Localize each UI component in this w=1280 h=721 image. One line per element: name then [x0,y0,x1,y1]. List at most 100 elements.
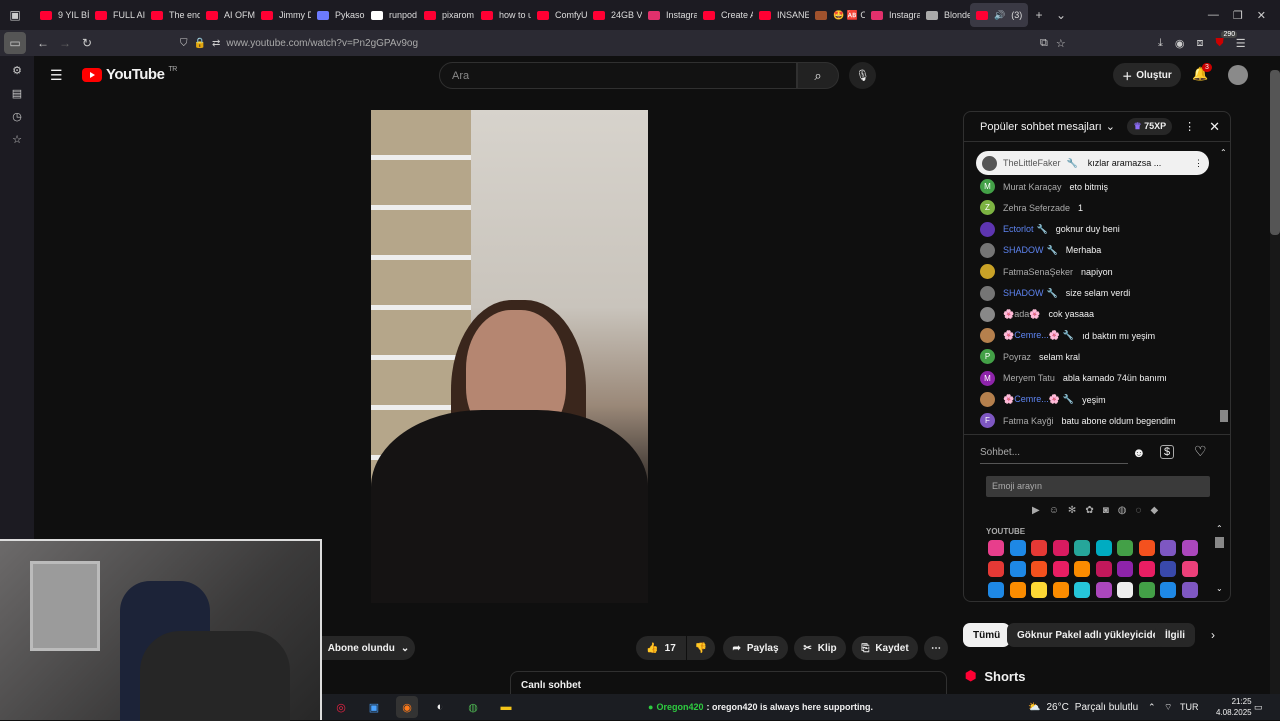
tray-chevron-icon[interactable]: ⌃ [1148,702,1156,713]
chat-message[interactable]: 🌸Cemre...🌸 🔧 ıd baktın mı yeşim [980,328,1155,344]
subscribed-button[interactable]: Abone olundu ⌄ [322,636,415,660]
tab-3[interactable]: AI OFM: [200,0,255,30]
chat-message[interactable]: F Fatma Kayği batu abone oldum begendim [980,413,1176,429]
xp-badge[interactable]: ♛ 75XP [1127,118,1173,135]
tab-17[interactable]: 🔊(3)✕ [970,3,1028,27]
url-field[interactable]: www.youtube.com/watch?v=Pn2gGPAv9og [226,38,418,49]
chat-author[interactable]: Zehra Seferzade [1003,203,1070,213]
language-indicator[interactable]: TUR [1180,702,1199,712]
avatar[interactable] [1228,65,1248,85]
chat-author[interactable]: SHADOW [1003,288,1044,298]
forward-icon[interactable]: → [54,32,76,54]
emoji-icon[interactable] [1074,540,1090,556]
account-icon[interactable]: ◉ [1175,37,1185,50]
emoji-icon[interactable] [1160,540,1176,556]
tab-10[interactable]: 24GB VR [587,0,642,30]
back-icon[interactable]: ← [32,32,54,54]
emoji-icon[interactable] [988,582,1004,598]
picture-in-picture-icon[interactable]: ⧉ [1040,37,1048,50]
emoji-scroll-up-icon[interactable]: ⌃ [1216,524,1223,533]
reload-icon[interactable]: ↻ [76,32,98,54]
pinned-message[interactable]: TheLittleFaker 🔧 kızlar aramazsa ... ⋮ [976,151,1209,175]
chat-author[interactable]: 🌸Cemre...🌸 [1003,394,1060,405]
emoji-icon[interactable] [1181,582,1198,598]
dislike-button[interactable]: 👎 [687,636,715,660]
chat-author[interactable]: Poyraz [1003,352,1031,362]
emoji-icon[interactable] [1031,582,1047,598]
tab-6[interactable]: runpod [365,0,418,30]
chat-message[interactable]: SHADOW 🔧 Merhaba [980,242,1101,258]
extensions-icon[interactable]: ⧈ [1196,37,1203,50]
emoji-icon[interactable] [1117,540,1133,556]
chat-message[interactable]: P Poyraz selam kral [980,349,1080,365]
obs-icon[interactable]: ◐ [429,696,451,718]
download-icon[interactable]: ⤓ [1158,37,1163,50]
ai-chatbot-icon[interactable]: ⚙ [12,64,22,77]
weather-widget[interactable]: ⛅ 26°C Parçalı bulutlu [1028,702,1138,713]
tab-overview-icon[interactable]: ▣ [4,4,26,26]
emoji-icon[interactable] [1052,561,1069,577]
activity-category-icon[interactable]: ◍ [1118,505,1127,516]
emoji-icon[interactable] [1181,540,1198,556]
chat-message[interactable]: M Murat Karaçay eto bitmiş [980,179,1108,194]
sidebar-toggle-icon[interactable]: ▭ [4,32,26,54]
chat-author[interactable]: 🌸Cemre...🌸 [1003,330,1060,341]
chat-author[interactable]: 🌸ada🌸 [1003,309,1040,320]
restore-icon[interactable]: ❐ [1233,9,1243,22]
chip-related[interactable]: İlgili [1155,623,1195,647]
hamburger-menu-icon[interactable]: ☰ [50,67,63,84]
tab-16[interactable]: Blonde I [920,0,970,30]
chat-input[interactable]: Sohbet... [980,442,1128,464]
chat-author[interactable]: Fatma Kayği [1003,416,1054,426]
chip-from-uploader[interactable]: Göknur Pakel adlı yükleyiciden [1007,623,1175,647]
smiley-category-icon[interactable]: ☺ [1049,505,1059,516]
voice-search-button[interactable]: 🎙 [849,62,876,89]
tab-15[interactable]: Instagra [865,0,920,30]
firefox-icon[interactable]: ◉ [396,696,418,718]
like-button[interactable]: 👍 17 [636,636,686,660]
ublock-icon[interactable]: ⛊ 290 [1215,30,1238,50]
emoji-icon[interactable] [1138,540,1155,556]
emoji-icon[interactable] [1009,540,1026,556]
tab-1[interactable]: FULL AI [89,0,145,30]
clip-button[interactable]: ✂ Klip [794,636,846,660]
minimize-icon[interactable]: — [1208,9,1219,22]
travel-category-icon[interactable]: ◙ [1103,505,1109,516]
chat-message[interactable]: SHADOW 🔧 size selam verdi [980,285,1130,301]
emoji-icon[interactable] [1031,561,1047,577]
chat-author[interactable]: FatmaSenaŞeker [1003,267,1073,277]
chat-mode-dropdown[interactable]: Popüler sohbet mesajları [980,121,1102,133]
super-chat-icon[interactable]: $ [1160,445,1175,459]
emoji-scroll-thumb[interactable] [1215,537,1224,548]
chat-message[interactable]: Z Zehra Seferzade 1 [980,200,1083,216]
chat-message[interactable]: Ectorlot 🔧 goknur duy beni [980,221,1120,237]
emoji-icon[interactable] [1160,561,1176,577]
tab-list-chevron-icon[interactable]: ⌄ [1050,4,1072,26]
tab-0[interactable]: 9 YIL BİR [34,0,89,30]
shield-icon[interactable]: ⛉ [180,38,188,49]
tab-2[interactable]: The end [145,0,200,30]
emoji-search-input[interactable]: Emoji arayın [986,476,1210,497]
emoji-icon[interactable] [1095,561,1112,577]
emoji-icon[interactable] [1117,582,1133,598]
chat-author[interactable]: Meryem Tatu [1003,373,1055,383]
food-category-icon[interactable]: ✿ [1085,505,1093,516]
chat-author[interactable]: SHADOW [1003,245,1044,255]
chat-scrollbar[interactable]: ⌃ [1220,148,1228,432]
create-button[interactable]: ＋ Oluştur [1113,63,1181,87]
app-icon[interactable]: ◎ [330,696,352,718]
emoji-icon[interactable] [1181,561,1198,577]
tab-7[interactable]: pixarom [418,0,475,30]
emoji-icon[interactable] [988,540,1004,556]
heart-icon[interactable]: ♡ [1194,443,1207,460]
more-vert-icon[interactable]: ⋮ [1184,120,1195,133]
chat-message[interactable]: 🌸Cemre...🌸 🔧 yeşim [980,392,1106,407]
youtube-logo[interactable]: YouTube TR [82,66,177,83]
emoji-icon[interactable] [1052,540,1069,556]
more-vert-icon[interactable]: ⋮ [1194,158,1203,169]
chat-message[interactable]: 🌸ada🌸 cok yasaaa [980,306,1094,322]
chat-author[interactable]: Murat Karaçay [1003,182,1062,192]
permissions-icon[interactable]: ⇄ [212,38,220,49]
notifications-button[interactable]: 🔔 3 [1192,63,1212,82]
lock-icon[interactable]: 🔒 [194,38,206,49]
